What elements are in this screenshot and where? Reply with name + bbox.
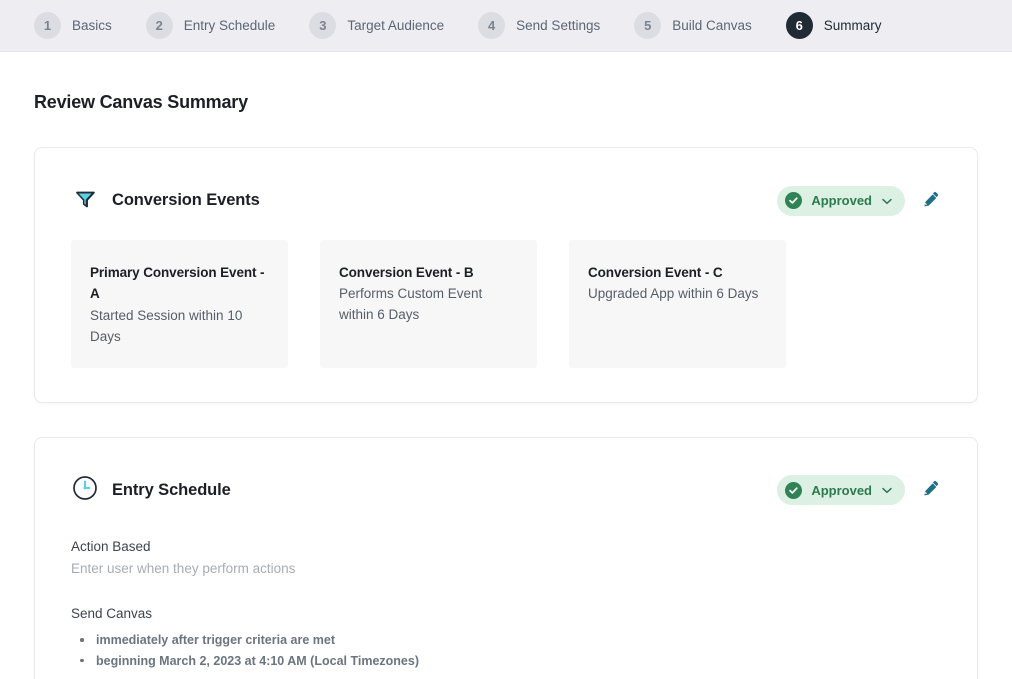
entry-schedule-body: Action Based Enter user when they perfor… <box>71 537 941 671</box>
pencil-icon <box>921 479 940 501</box>
step-item-build-canvas[interactable]: 5 Build Canvas <box>634 12 752 39</box>
step-item-entry-schedule[interactable]: 2 Entry Schedule <box>146 12 276 39</box>
conversion-events-title-group: Conversion Events <box>71 184 260 217</box>
conversion-events-actions: Approved <box>777 186 941 216</box>
tile-title: Conversion Event - B <box>339 262 518 283</box>
chevron-down-icon[interactable] <box>882 481 892 499</box>
conversion-event-tile: Conversion Event - B Performs Custom Eve… <box>320 240 537 368</box>
step-label: Basics <box>72 18 112 33</box>
step-number: 5 <box>634 12 661 39</box>
entry-schedule-card: Entry Schedule Approved <box>34 437 978 679</box>
step-item-basics[interactable]: 1 Basics <box>34 12 112 39</box>
conversion-event-tile: Primary Conversion Event - A Started Ses… <box>71 240 288 368</box>
conversion-events-title: Conversion Events <box>112 191 260 210</box>
step-label: Entry Schedule <box>184 18 276 33</box>
conversion-event-tile: Conversion Event - C Upgraded App within… <box>569 240 786 368</box>
clock-icon <box>71 474 99 507</box>
entry-schedule-title: Entry Schedule <box>112 481 231 500</box>
conversion-events-header: Conversion Events Approved <box>71 184 941 217</box>
status-badge-label: Approved <box>811 483 872 498</box>
pencil-icon <box>921 190 940 212</box>
list-item: beginning March 2, 2023 at 4:10 AM (Loca… <box>71 651 941 671</box>
tile-description: Performs Custom Event within 6 Days <box>339 284 518 326</box>
status-badge-approved[interactable]: Approved <box>777 475 905 505</box>
tile-description: Started Session within 10 Days <box>90 306 269 348</box>
chevron-down-icon[interactable] <box>882 192 892 210</box>
entry-type-description: Enter user when they perform actions <box>71 559 941 580</box>
step-progress-bar: 1 Basics 2 Entry Schedule 3 Target Audie… <box>0 0 1012 52</box>
step-item-send-settings[interactable]: 4 Send Settings <box>478 12 600 39</box>
tile-title: Primary Conversion Event - A <box>90 262 269 305</box>
entry-type-label: Action Based <box>71 537 941 558</box>
step-number: 6 <box>786 12 813 39</box>
send-canvas-block: Send Canvas immediately after trigger cr… <box>71 604 941 670</box>
step-number: 3 <box>309 12 336 39</box>
step-item-summary[interactable]: 6 Summary <box>786 12 882 39</box>
step-label: Build Canvas <box>672 18 752 33</box>
tile-title: Conversion Event - C <box>588 262 767 283</box>
tile-description: Upgraded App within 6 Days <box>588 284 767 305</box>
entry-schedule-actions: Approved <box>777 475 941 505</box>
step-label: Target Audience <box>347 18 444 33</box>
funnel-icon <box>71 184 99 217</box>
step-item-target-audience[interactable]: 3 Target Audience <box>309 12 444 39</box>
status-badge-approved[interactable]: Approved <box>777 186 905 216</box>
summary-page: Review Canvas Summary Conversion Events <box>0 92 1012 679</box>
step-number: 2 <box>146 12 173 39</box>
check-circle-icon <box>785 482 802 499</box>
conversion-events-card: Conversion Events Approved <box>34 147 978 403</box>
conversion-event-tiles: Primary Conversion Event - A Started Ses… <box>71 240 941 368</box>
entry-schedule-title-group: Entry Schedule <box>71 474 231 507</box>
list-item: immediately after trigger criteria are m… <box>71 630 941 650</box>
step-number: 1 <box>34 12 61 39</box>
page-title: Review Canvas Summary <box>34 92 978 113</box>
step-number: 4 <box>478 12 505 39</box>
entry-schedule-header: Entry Schedule Approved <box>71 474 941 507</box>
status-badge-label: Approved <box>811 193 872 208</box>
send-canvas-list: immediately after trigger criteria are m… <box>71 630 941 671</box>
send-canvas-label: Send Canvas <box>71 604 941 625</box>
edit-entry-schedule-button[interactable] <box>919 479 941 501</box>
step-label: Send Settings <box>516 18 600 33</box>
step-label: Summary <box>824 18 882 33</box>
check-circle-icon <box>785 192 802 209</box>
edit-conversion-events-button[interactable] <box>919 190 941 212</box>
